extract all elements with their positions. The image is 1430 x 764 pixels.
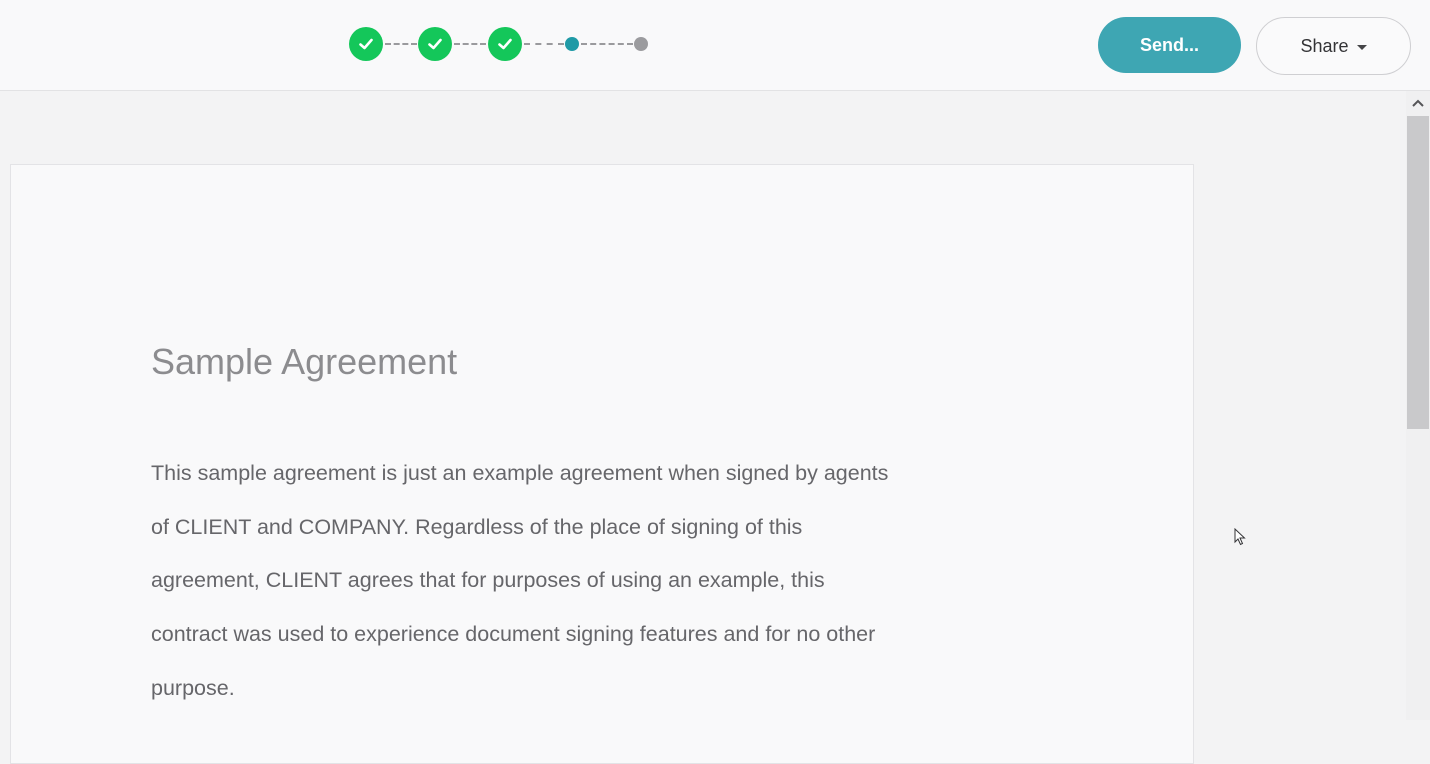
checkmark-icon — [428, 38, 442, 50]
document-workspace[interactable]: Sample Agreement This sample agreement i… — [0, 91, 1406, 764]
step-connector — [454, 43, 486, 45]
step-connector — [385, 43, 417, 45]
body-line: of CLIENT and COMPANY. Regardless of the… — [151, 514, 803, 539]
body-line: agreement, CLIENT agrees that for purpos… — [151, 568, 825, 593]
step-5-pending — [634, 37, 648, 51]
step-4-current — [565, 37, 579, 51]
mouse-pointer-icon — [1234, 528, 1246, 546]
step-connector — [581, 43, 633, 45]
send-button[interactable]: Send... — [1098, 17, 1241, 73]
body-line: contract was used to experience document… — [151, 622, 876, 647]
top-toolbar: Send... Share — [0, 0, 1430, 91]
document-title: Sample Agreement — [151, 341, 458, 382]
scroll-up-arrow-icon[interactable] — [1406, 91, 1430, 115]
checkmark-icon — [498, 38, 512, 50]
caret-down-icon — [1356, 44, 1367, 50]
body-line: This sample agreement is just an example… — [151, 461, 889, 485]
step-1-completed — [349, 27, 383, 61]
step-connector — [524, 43, 564, 45]
step-3-completed — [488, 27, 522, 61]
share-dropdown-button[interactable]: Share — [1256, 17, 1411, 75]
share-button-label: Share — [1300, 35, 1349, 56]
checkmark-icon — [359, 38, 373, 50]
scrollbar-thumb[interactable] — [1407, 116, 1429, 429]
body-line: purpose. — [151, 675, 235, 700]
step-2-completed — [418, 27, 452, 61]
document-page[interactable]: Sample Agreement This sample agreement i… — [10, 164, 1194, 764]
document-body: This sample agreement is just an example… — [151, 447, 1011, 716]
vertical-scrollbar[interactable] — [1406, 91, 1430, 720]
progress-stepper — [349, 27, 659, 61]
